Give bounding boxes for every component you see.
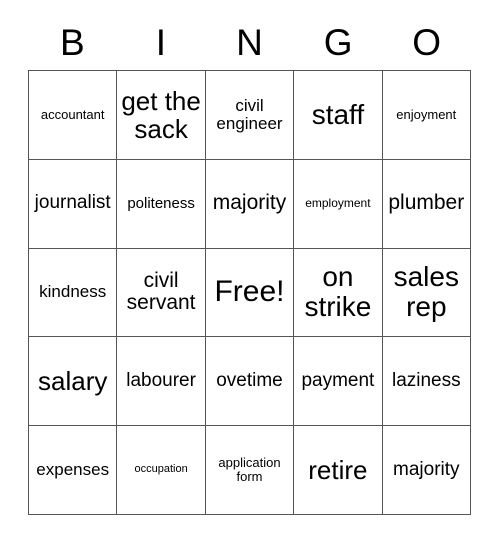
bingo-cell-label: payment bbox=[301, 370, 375, 392]
bingo-cell-r1-c2[interactable]: get the sack bbox=[117, 71, 206, 160]
bingo-grid: accountant get the sack civil engineer staf… bbox=[28, 70, 471, 515]
bingo-cell-label: Free! bbox=[214, 275, 285, 309]
bingo-cell-r1-c1[interactable]: accountant bbox=[29, 71, 118, 160]
bingo-cell-label: sales rep bbox=[393, 261, 459, 323]
bingo-cell-r3-c1[interactable]: kindness bbox=[29, 248, 118, 338]
bingo-cell-r2-c2[interactable]: politeness bbox=[117, 159, 206, 249]
bingo-header-letter-o: O bbox=[412, 21, 442, 63]
bingo-cell-r4-c2[interactable]: labourer bbox=[117, 337, 206, 427]
bingo-cell-r5-c2[interactable]: occupation bbox=[117, 426, 206, 515]
bingo-header-letter-n: N bbox=[236, 21, 263, 63]
bingo-cell-label: majority bbox=[393, 458, 460, 480]
bingo-cell-label: majority bbox=[212, 191, 287, 215]
bingo-cell-r5-c3[interactable]: application form bbox=[205, 426, 295, 515]
bingo-cell-r4-c3[interactable]: ovetime bbox=[205, 337, 295, 427]
bingo-cell-r4-c5[interactable]: laziness bbox=[382, 337, 471, 427]
bingo-cell-r2-c5[interactable]: plumber bbox=[382, 159, 471, 249]
bingo-cell-r5-c5[interactable]: majority bbox=[382, 426, 471, 515]
bingo-cell-r2-c1[interactable]: journalist bbox=[29, 159, 118, 249]
bingo-cell-label: journalist bbox=[34, 192, 111, 214]
bingo-cell-label: civil servant bbox=[126, 268, 196, 315]
bingo-cell-label: labourer bbox=[126, 370, 196, 392]
bingo-cell-r1-c5[interactable]: enjoyment bbox=[382, 71, 471, 160]
bingo-cell-r5-c4[interactable]: retire bbox=[294, 426, 383, 515]
bingo-cell-r5-c1[interactable]: expenses bbox=[29, 426, 118, 515]
bingo-cell-r4-c4[interactable]: payment bbox=[294, 337, 383, 427]
bingo-cell-label: laziness bbox=[391, 370, 461, 392]
bingo-cell-label: accountant bbox=[40, 106, 105, 122]
bingo-cell-label: salary bbox=[38, 366, 108, 397]
bingo-card: B I N G O accountant get the sack civil engine… bbox=[0, 0, 500, 544]
bingo-cell-label: enjoyment bbox=[396, 106, 457, 122]
bingo-cell-label: civil engineer bbox=[216, 95, 283, 133]
bingo-header-letter-i: I bbox=[155, 21, 167, 63]
bingo-cell-label: retire bbox=[308, 455, 368, 486]
bingo-cell-label: occupation bbox=[134, 463, 188, 476]
bingo-cell-label: staff bbox=[311, 98, 365, 130]
bingo-header: BINGO bbox=[28, 14, 471, 70]
bingo-cell-label: politeness bbox=[127, 194, 195, 212]
bingo-cell-label: on strike bbox=[304, 261, 372, 323]
bingo-cell-label: get the sack bbox=[121, 85, 201, 144]
bingo-cell-label: kindness bbox=[39, 282, 107, 302]
bingo-cell-label: employment bbox=[305, 196, 371, 211]
bingo-free-space[interactable]: Free! bbox=[205, 248, 295, 338]
bingo-cell-r3-c5[interactable]: sales rep bbox=[382, 248, 471, 338]
bingo-cell-label: expenses bbox=[36, 459, 110, 479]
bingo-cell-label: application form bbox=[218, 455, 281, 485]
bingo-cell-r4-c1[interactable]: salary bbox=[29, 337, 118, 427]
bingo-cell-r1-c3[interactable]: civil engineer bbox=[205, 71, 295, 160]
bingo-cell-r2-c3[interactable]: majority bbox=[205, 159, 295, 249]
bingo-cell-r1-c4[interactable]: staff bbox=[294, 71, 383, 160]
bingo-cell-label: plumber bbox=[388, 191, 465, 215]
bingo-cell-label: ovetime bbox=[216, 370, 283, 392]
bingo-cell-r3-c4[interactable]: on strike bbox=[294, 248, 383, 338]
bingo-header-letter-b: B bbox=[59, 21, 85, 63]
bingo-cell-r3-c2[interactable]: civil servant bbox=[117, 248, 206, 338]
bingo-cell-r2-c4[interactable]: employment bbox=[294, 159, 383, 249]
bingo-header-letter-g: G bbox=[323, 21, 353, 63]
